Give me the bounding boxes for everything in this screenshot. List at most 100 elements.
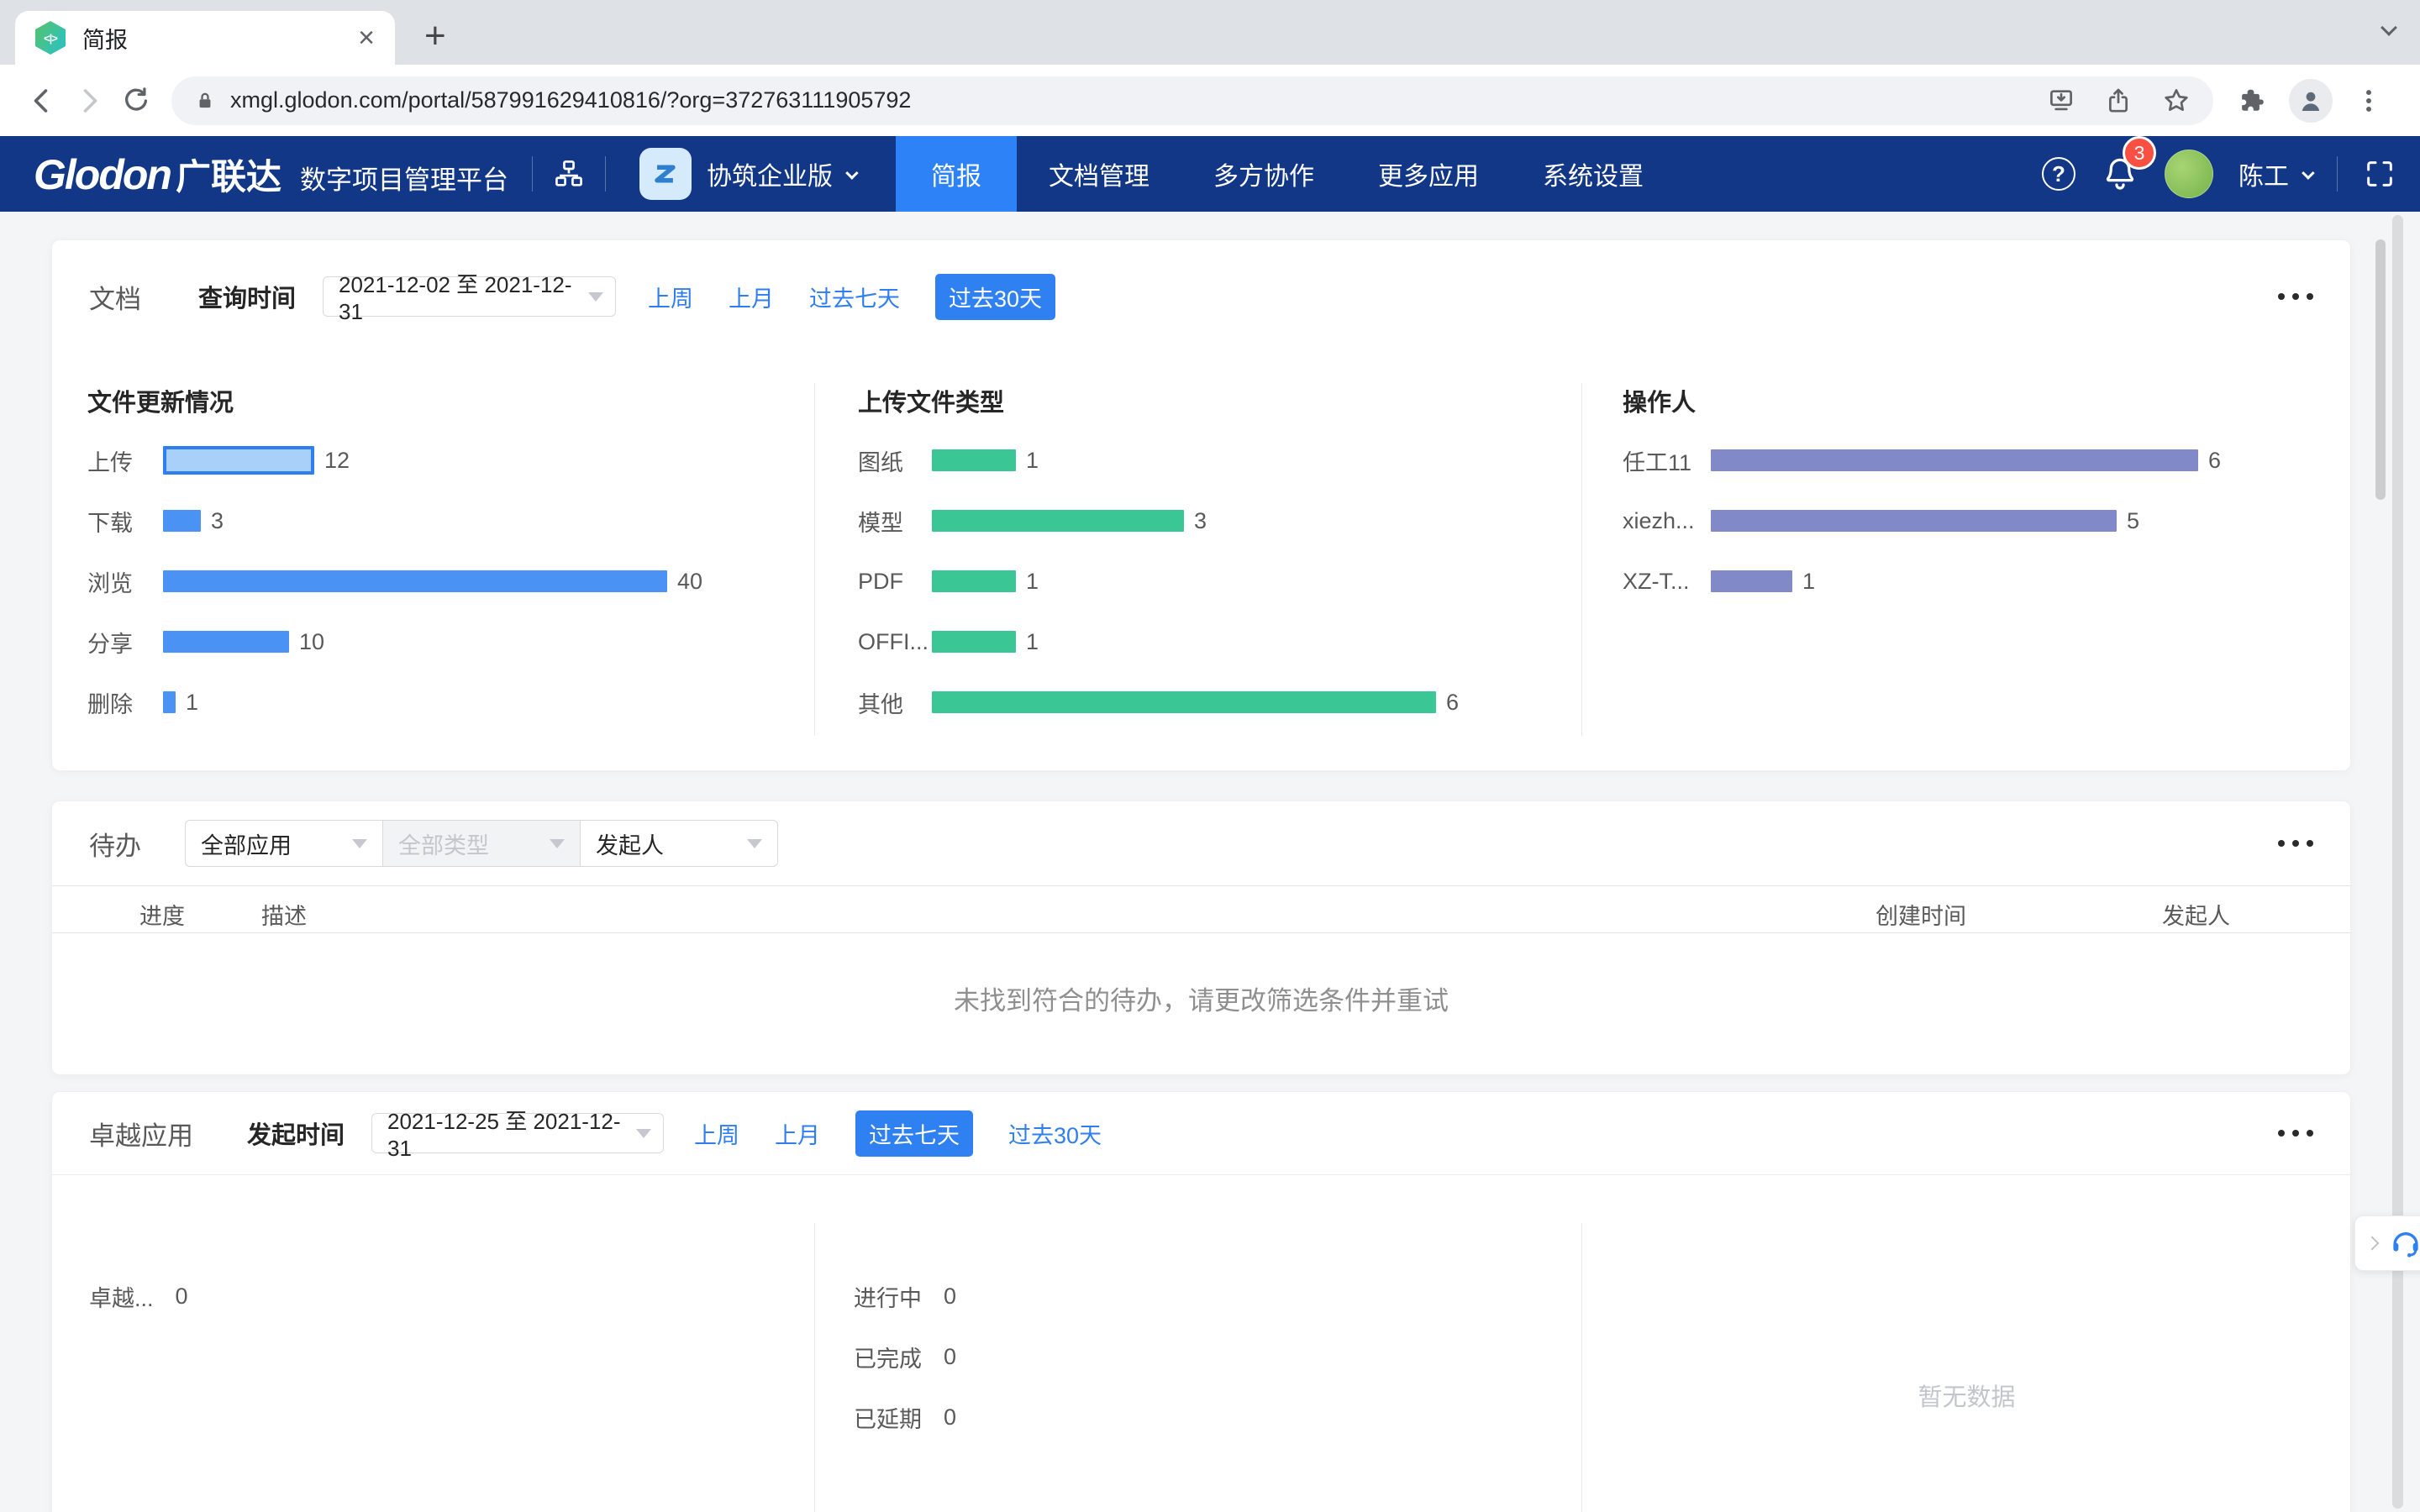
user-avatar[interactable] (2165, 150, 2213, 198)
collapse-chevron-icon[interactable] (2365, 1236, 2380, 1251)
excel-quick-filters: 上周 上月 过去七天 过去30天 (694, 1110, 1102, 1157)
column-created-time: 创建时间 (1876, 898, 1966, 931)
bar-row: 图纸1 (858, 430, 1459, 491)
filter-initiator-select[interactable]: 发起人 (580, 820, 778, 867)
reload-button[interactable] (113, 77, 160, 124)
back-button[interactable] (18, 77, 66, 124)
no-data-message: 暂无数据 (1581, 1378, 2352, 1413)
stat-completed: 已完成0 (854, 1341, 956, 1373)
help-icon[interactable]: ? (2042, 157, 2075, 191)
filter-last-week[interactable]: 上周 (694, 1117, 739, 1150)
app-navbar: Glodon广联达 数字项目管理平台 协筑企业版 简报 文档管理 多方协作 更多… (0, 136, 2420, 212)
logo-text-cn: 广联达 (176, 149, 281, 200)
filter-past-7-days[interactable]: 过去七天 (809, 281, 900, 313)
workspace-chevron-icon[interactable] (845, 166, 859, 180)
bar-label: 分享 (87, 626, 163, 659)
bar-row: 其他6 (858, 672, 1459, 732)
install-app-icon[interactable] (2047, 87, 2075, 115)
column-initiator: 发起人 (2162, 898, 2230, 931)
window-scrollbar[interactable] (2392, 215, 2403, 1509)
chart-title: 文件更新情况 (87, 383, 702, 417)
tab-search-chevron-icon[interactable] (2381, 19, 2397, 36)
filter-past-30-days[interactable]: 过去30天 (935, 274, 1055, 320)
xiezhu-logo-glyph (649, 157, 682, 191)
xiezhu-app-icon[interactable] (639, 148, 692, 200)
query-time-label: 查询时间 (198, 279, 296, 314)
start-time-label: 发起时间 (247, 1116, 345, 1151)
file-update-chart: 文件更新情况 上传12下载3浏览40分享10删除1 (87, 383, 702, 732)
bar-value: 1 (1802, 569, 1815, 595)
bar-label: 删除 (87, 686, 163, 719)
bar (163, 446, 314, 475)
org-chart-icon (553, 158, 585, 190)
bar-label: OFFI... (858, 629, 932, 655)
org-switch-button[interactable] (553, 158, 585, 190)
doc-card-more-button[interactable] (2278, 293, 2313, 300)
filter-past-30-days[interactable]: 过去30天 (1008, 1117, 1102, 1150)
excellent-stat: 卓越...0 (89, 1280, 188, 1313)
chart-title: 操作人 (1623, 383, 2221, 417)
browser-profile-avatar[interactable] (2289, 79, 2333, 123)
url-text[interactable]: xmgl.glodon.com/portal/587991629410816/?… (230, 87, 2047, 113)
bar (163, 631, 289, 653)
browser-menu-icon[interactable] (2354, 87, 2383, 115)
todo-table-header: 进度 描述 创建时间 发起人 (52, 885, 2350, 933)
bar-value: 1 (1026, 569, 1039, 595)
column-progress: 进度 (139, 898, 185, 931)
lock-icon (193, 89, 217, 113)
filter-last-month[interactable]: 上月 (729, 281, 774, 313)
forward-button[interactable] (66, 77, 113, 124)
doc-date-range-select[interactable]: 2021-12-02 至 2021-12-31 (323, 276, 616, 317)
fullscreen-icon[interactable] (2363, 157, 2396, 191)
todo-card-more-button[interactable] (2278, 840, 2313, 847)
inner-scrollbar-thumb[interactable] (2375, 239, 2386, 500)
user-menu[interactable]: 陈工 (2238, 155, 2312, 192)
filter-all-apps-select[interactable]: 全部应用 (185, 820, 383, 867)
bar-value: 5 (2127, 508, 2139, 534)
new-tab-button[interactable]: + (424, 15, 446, 57)
bar (932, 691, 1436, 713)
bar (163, 691, 176, 713)
bar (932, 631, 1016, 653)
bar-value: 1 (1026, 629, 1039, 655)
bar-row: 删除1 (87, 672, 702, 732)
glodon-logo: Glodon广联达 数字项目管理平台 (34, 149, 508, 200)
headset-support-icon[interactable] (2389, 1226, 2420, 1260)
bookmark-star-icon[interactable] (2161, 86, 2191, 116)
doc-quick-filters: 上周 上月 过去七天 过去30天 (648, 274, 1055, 320)
menu-item-settings[interactable]: 系统设置 (1511, 136, 1676, 212)
user-chevron-icon (2302, 166, 2315, 180)
tab-close-icon[interactable]: × (358, 24, 375, 52)
bar (1711, 449, 2198, 471)
extensions-puzzle-icon[interactable] (2237, 86, 2267, 116)
menu-item-documents[interactable]: 文档管理 (1017, 136, 1181, 212)
notifications-button[interactable]: 3 (2101, 155, 2139, 193)
bar-row: 浏览40 (87, 551, 702, 612)
workspace-name[interactable]: 协筑企业版 (707, 155, 833, 192)
support-widget[interactable] (2354, 1215, 2420, 1271)
stat-delayed: 已延期0 (854, 1401, 956, 1434)
filter-past-7-days[interactable]: 过去七天 (855, 1110, 973, 1157)
share-icon[interactable] (2104, 87, 2133, 115)
menu-item-briefing[interactable]: 简报 (896, 136, 1017, 212)
todo-card: 待办 全部应用 全部类型 发起人 进度 描述 创建时间 发起人 未找到符合的待办… (51, 801, 2351, 1075)
excel-date-range-select[interactable]: 2021-12-25 至 2021-12-31 (371, 1113, 664, 1153)
todo-filter-group: 全部应用 全部类型 发起人 (185, 820, 778, 867)
bar-row: 分享10 (87, 612, 702, 672)
main-menu: 简报 文档管理 多方协作 更多应用 系统设置 (896, 136, 1676, 212)
glodon-favicon-icon: <|> (35, 21, 66, 55)
menu-item-more-apps[interactable]: 更多应用 (1346, 136, 1511, 212)
caret-down-icon (588, 292, 603, 302)
menu-item-collaboration[interactable]: 多方协作 (1181, 136, 1346, 212)
url-bar[interactable]: xmgl.glodon.com/portal/587991629410816/?… (171, 76, 2213, 125)
browser-tab[interactable]: <|> 简报 × (15, 11, 395, 65)
bar (932, 449, 1016, 471)
excellent-card-title: 卓越应用 (89, 1115, 193, 1152)
bar-label: 任工11 (1623, 444, 1711, 477)
caret-down-icon (747, 839, 762, 848)
filter-last-week[interactable]: 上周 (648, 281, 693, 313)
caret-down-icon (550, 839, 565, 848)
bar-row: xiezh...5 (1623, 491, 2221, 551)
filter-last-month[interactable]: 上月 (775, 1117, 820, 1150)
excel-card-more-button[interactable] (2278, 1130, 2313, 1137)
